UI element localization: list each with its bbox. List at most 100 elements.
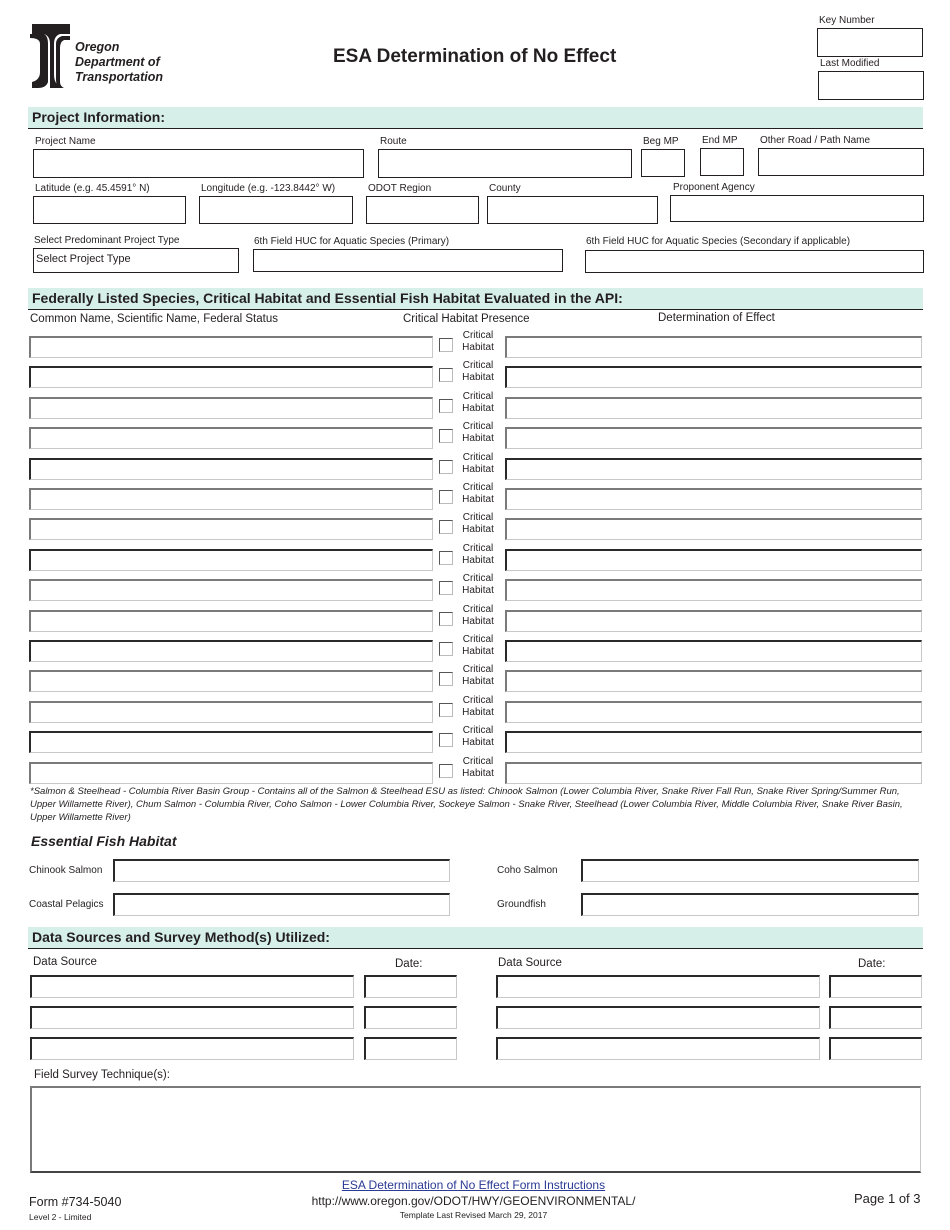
efh-groundfish-field[interactable] <box>581 893 919 916</box>
longitude-field[interactable] <box>199 196 353 224</box>
page-title: ESA Determination of No Effect <box>333 46 617 67</box>
critical-habitat-checkbox[interactable] <box>439 550 453 565</box>
determination-field[interactable] <box>505 366 922 389</box>
critical-habitat-checkbox[interactable] <box>439 611 453 626</box>
last-modified-field[interactable] <box>818 71 924 100</box>
habitat-label: Habitat <box>462 676 494 688</box>
column-header-determination: Determination of Effect <box>658 312 775 324</box>
critical-habitat-label: Critical Habitat <box>458 421 498 445</box>
critical-label: Critical <box>462 421 494 433</box>
species-name-field[interactable] <box>29 366 433 389</box>
determination-field[interactable] <box>505 761 922 784</box>
determination-field[interactable] <box>505 396 922 419</box>
huc-primary-label: 6th Field HUC for Aquatic Species (Prima… <box>254 236 450 247</box>
efh-coho-field[interactable] <box>581 859 919 882</box>
critical-habitat-checkbox[interactable] <box>439 702 453 717</box>
data-source-field-right[interactable] <box>496 975 820 998</box>
critical-habitat-label: Critical Habitat <box>458 756 498 780</box>
species-name-field[interactable] <box>29 761 433 784</box>
county-field[interactable] <box>487 196 658 224</box>
determination-field[interactable] <box>505 731 922 754</box>
data-source-field-left[interactable] <box>30 1037 354 1060</box>
determination-field[interactable] <box>505 670 922 693</box>
project-name-label: Project Name <box>35 136 96 147</box>
other-road-field[interactable] <box>758 148 924 176</box>
end-mp-field[interactable] <box>700 148 744 176</box>
efh-chinook-label: Chinook Salmon <box>29 865 103 876</box>
species-name-field[interactable] <box>29 609 433 632</box>
date-field-left[interactable] <box>364 975 457 998</box>
critical-habitat-checkbox[interactable] <box>439 459 453 474</box>
data-source-field-right[interactable] <box>496 1006 820 1029</box>
determination-field[interactable] <box>505 457 922 480</box>
determination-field[interactable] <box>505 700 922 723</box>
critical-habitat-checkbox[interactable] <box>439 733 453 748</box>
species-name-field[interactable] <box>29 457 433 480</box>
critical-habitat-checkbox[interactable] <box>439 642 453 656</box>
proponent-agency-field[interactable] <box>670 195 924 222</box>
species-name-field[interactable] <box>29 427 433 450</box>
critical-habitat-checkbox[interactable] <box>439 581 453 596</box>
critical-label: Critical <box>462 512 494 524</box>
data-source-label-right: Data Source <box>498 957 562 969</box>
determination-field[interactable] <box>505 518 922 541</box>
species-name-field[interactable] <box>29 700 433 723</box>
critical-habitat-checkbox[interactable] <box>439 672 453 687</box>
species-name-field[interactable] <box>29 548 433 571</box>
species-name-field[interactable] <box>29 731 433 754</box>
data-source-field-right[interactable] <box>496 1037 820 1060</box>
determination-field[interactable] <box>505 336 922 358</box>
species-name-field[interactable] <box>29 396 433 419</box>
determination-field[interactable] <box>505 488 922 510</box>
critical-habitat-checkbox[interactable] <box>439 338 453 352</box>
determination-field[interactable] <box>505 640 922 662</box>
huc-secondary-field[interactable] <box>585 250 924 273</box>
species-name-field[interactable] <box>29 579 433 602</box>
field-survey-textarea[interactable] <box>30 1086 921 1173</box>
determination-field[interactable] <box>505 609 922 632</box>
critical-habitat-checkbox[interactable] <box>439 520 453 535</box>
beg-mp-field[interactable] <box>641 149 685 177</box>
determination-field[interactable] <box>505 579 922 602</box>
date-field-right[interactable] <box>829 1037 922 1060</box>
date-field-right[interactable] <box>829 975 922 998</box>
date-field-left[interactable] <box>364 1006 457 1029</box>
project-type-label: Select Predominant Project Type <box>34 235 180 246</box>
odot-region-field[interactable] <box>366 196 479 224</box>
data-source-field-left[interactable] <box>30 975 354 998</box>
critical-habitat-checkbox[interactable] <box>439 398 453 413</box>
species-name-field[interactable] <box>29 640 433 662</box>
date-field-right[interactable] <box>829 1006 922 1029</box>
project-name-field[interactable] <box>33 149 364 178</box>
latitude-field[interactable] <box>33 196 186 224</box>
critical-habitat-checkbox[interactable] <box>439 429 453 444</box>
section-title: Project Information: <box>32 109 166 125</box>
determination-field[interactable] <box>505 548 922 571</box>
critical-habitat-checkbox[interactable] <box>439 763 453 778</box>
species-name-field[interactable] <box>29 488 433 510</box>
critical-habitat-checkbox[interactable] <box>439 368 453 383</box>
section-project-information: Project Information: <box>28 107 923 129</box>
determination-field[interactable] <box>505 427 922 450</box>
efh-coastal-pelagics-field[interactable] <box>113 893 450 916</box>
project-type-select[interactable]: Select Project Type <box>33 248 239 273</box>
data-source-field-left[interactable] <box>30 1006 354 1029</box>
logo-line-1: Oregon <box>75 40 120 54</box>
logo-line-3: Transportation <box>75 70 163 84</box>
critical-habitat-label: Critical Habitat <box>458 604 498 628</box>
species-name-field[interactable] <box>29 336 433 358</box>
route-field[interactable] <box>378 149 632 178</box>
key-number-field[interactable] <box>817 28 923 57</box>
critical-habitat-label: Critical Habitat <box>458 391 498 415</box>
critical-habitat-checkbox[interactable] <box>439 490 453 504</box>
section-title: Data Sources and Survey Method(s) Utiliz… <box>32 929 330 945</box>
efh-chinook-field[interactable] <box>113 859 450 882</box>
date-field-left[interactable] <box>364 1037 457 1060</box>
species-name-field[interactable] <box>29 518 433 541</box>
instructions-link[interactable]: ESA Determination of No Effect Form Inst… <box>0 1178 947 1192</box>
species-name-field[interactable] <box>29 670 433 693</box>
huc-primary-field[interactable] <box>253 249 563 272</box>
critical-label: Critical <box>462 573 494 585</box>
other-road-label: Other Road / Path Name <box>760 135 871 146</box>
habitat-label: Habitat <box>462 433 494 445</box>
